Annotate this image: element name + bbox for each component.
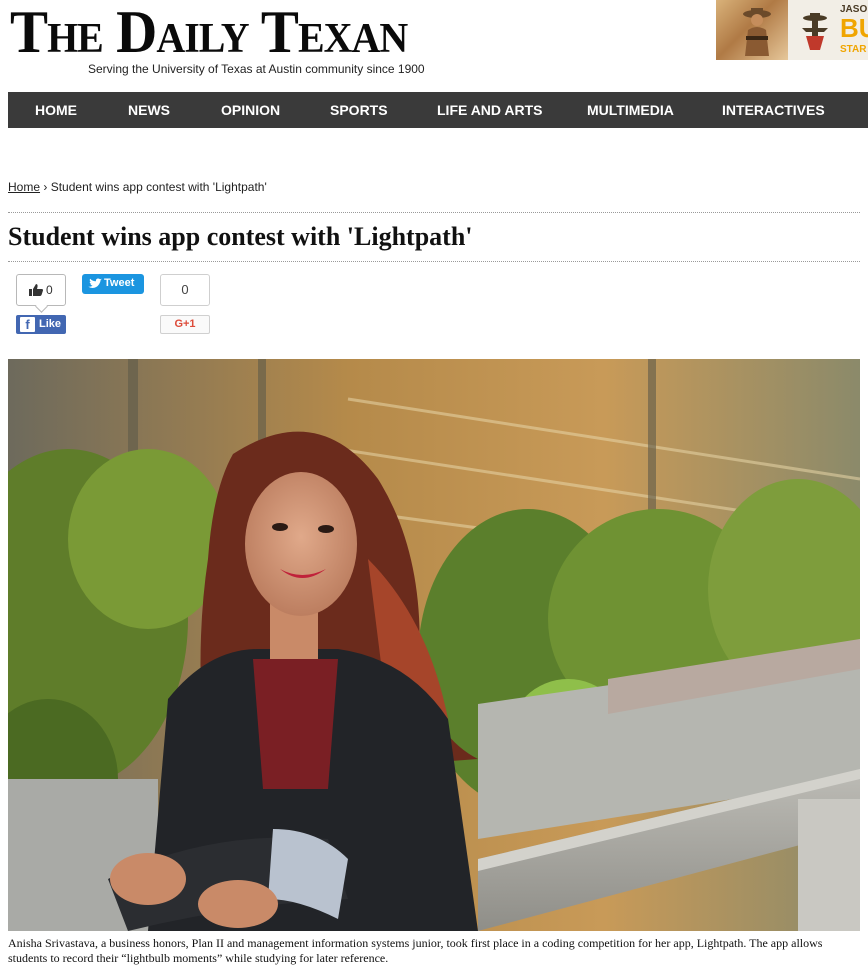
thumbs-up-icon: [29, 284, 43, 296]
masthead-logo[interactable]: The Daily Texan Serving the University o…: [10, 0, 510, 82]
facebook-like-label: Like: [39, 318, 62, 330]
twitter-bird-icon: [88, 278, 102, 288]
article-photo: [8, 359, 860, 931]
ad-logo-icon: [802, 13, 828, 50]
nav-item-multimedia[interactable]: MULTIMEDIA: [587, 92, 674, 128]
ad-text-big: BU: [840, 13, 868, 43]
nav-item-news[interactable]: NEWS: [128, 92, 170, 128]
nav-item-opinion[interactable]: OPINION: [221, 92, 280, 128]
ad-text-sub: STAR: [840, 44, 867, 55]
facebook-like-count[interactable]: 0: [16, 274, 66, 306]
tweet-button[interactable]: Tweet: [82, 274, 144, 294]
nav-item-interactives[interactable]: INTERACTIVES: [722, 92, 825, 128]
site-title[interactable]: The Daily Texan: [10, 0, 408, 64]
like-count-value: 0: [46, 283, 53, 297]
advertisement-banner[interactable]: JASO BU STAR: [716, 0, 868, 60]
gplus-count: 0: [160, 274, 210, 306]
ad-photo: [716, 0, 788, 60]
divider: [8, 212, 860, 213]
breadcrumb: Home › Student wins app contest with 'Li…: [8, 180, 267, 194]
photo-caption: Anisha Srivastava, a business honors, Pl…: [8, 936, 823, 965]
main-nav: HOME NEWS OPINION SPORTS LIFE AND ARTS M…: [8, 92, 868, 128]
divider: [8, 261, 860, 262]
breadcrumb-home-link[interactable]: Home: [8, 180, 40, 194]
breadcrumb-separator: ›: [43, 180, 48, 194]
facebook-icon: f: [20, 317, 35, 332]
article-headline: Student wins app contest with 'Lightpath…: [8, 222, 473, 251]
tweet-label: Tweet: [104, 277, 135, 289]
nav-item-life-and-arts[interactable]: LIFE AND ARTS: [437, 92, 543, 128]
site-tagline: Serving the University of Texas at Austi…: [88, 62, 425, 76]
nav-item-home[interactable]: HOME: [35, 92, 77, 128]
breadcrumb-current: Student wins app contest with 'Lightpath…: [50, 180, 267, 194]
nav-item-sports[interactable]: SPORTS: [330, 92, 388, 128]
gplus-button[interactable]: G+1: [160, 315, 210, 334]
facebook-like-button[interactable]: f Like: [16, 315, 66, 334]
ad-musician-image: [743, 8, 771, 56]
